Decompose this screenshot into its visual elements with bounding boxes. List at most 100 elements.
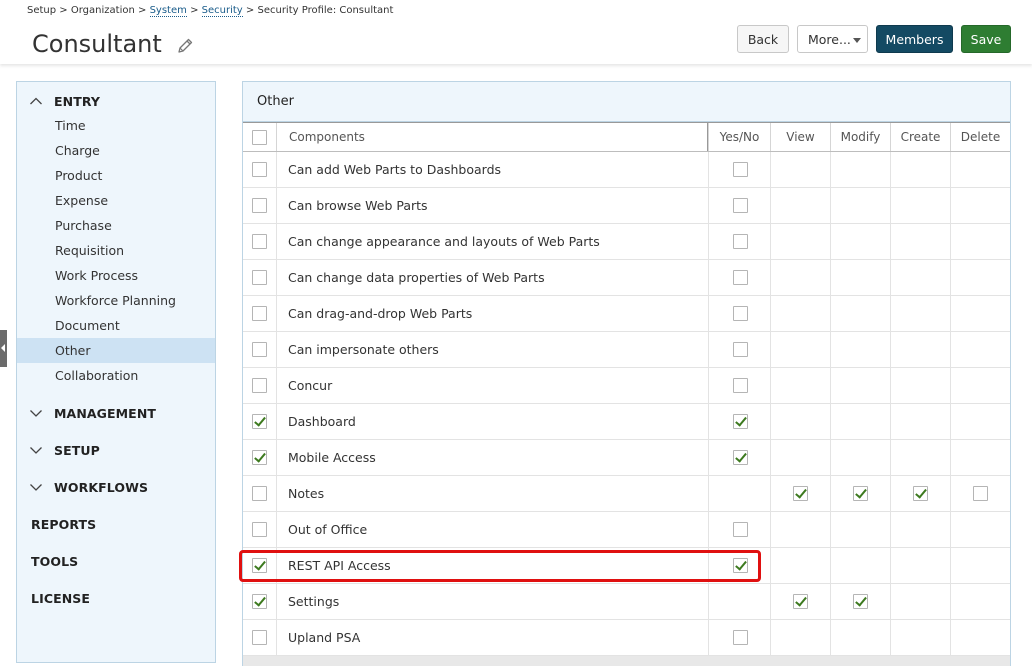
component-name: Mobile Access	[288, 450, 376, 465]
sidebar-collapse-handle[interactable]	[0, 330, 7, 367]
yesno-checkbox[interactable]	[733, 342, 748, 357]
sidebar-section-license[interactable]: LICENSE	[17, 587, 215, 609]
table-row: Can change appearance and layouts of Web…	[243, 224, 1010, 260]
sidebar-item-product[interactable]: Product	[17, 163, 215, 188]
table-cell	[950, 368, 1010, 403]
yesno-checkbox[interactable]	[733, 414, 748, 429]
select-all-checkbox[interactable]	[252, 130, 267, 145]
table-row: Can drag-and-drop Web Parts	[243, 296, 1010, 332]
table-cell	[890, 260, 950, 295]
sidebar-section-management[interactable]: MANAGEMENT	[17, 402, 215, 424]
column-header-components[interactable]: Components	[276, 123, 708, 151]
modify-checkbox[interactable]	[853, 594, 868, 609]
yesno-checkbox[interactable]	[733, 234, 748, 249]
more-dropdown[interactable]: More...	[797, 25, 868, 53]
sidebar-item-charge[interactable]: Charge	[17, 138, 215, 163]
view-checkbox[interactable]	[793, 486, 808, 501]
component-name: Settings	[288, 594, 340, 609]
row-select-checkbox[interactable]	[252, 630, 267, 645]
row-select-checkbox[interactable]	[252, 450, 267, 465]
row-select-checkbox[interactable]	[252, 198, 267, 213]
table-row: Upland PSA	[243, 620, 1010, 656]
row-select-checkbox[interactable]	[252, 306, 267, 321]
yesno-checkbox[interactable]	[733, 162, 748, 177]
delete-checkbox[interactable]	[973, 486, 988, 501]
component-name: Notes	[288, 486, 325, 501]
yesno-checkbox[interactable]	[733, 450, 748, 465]
view-checkbox[interactable]	[793, 594, 808, 609]
table-cell	[890, 296, 950, 331]
sidebar-section-entry[interactable]: ENTRY	[17, 90, 215, 112]
component-name: Can browse Web Parts	[288, 198, 428, 213]
sidebar-item-expense[interactable]: Expense	[17, 188, 215, 213]
row-select-checkbox[interactable]	[252, 414, 267, 429]
yesno-checkbox[interactable]	[733, 522, 748, 537]
column-header-create[interactable]: Create	[890, 123, 950, 151]
column-header-delete[interactable]: Delete	[950, 123, 1010, 151]
sidebar-item-label: Expense	[55, 193, 109, 208]
yesno-checkbox[interactable]	[733, 630, 748, 645]
table-cell	[950, 152, 1010, 187]
row-select-checkbox[interactable]	[252, 522, 267, 537]
table-cell	[770, 332, 830, 367]
row-select-checkbox[interactable]	[252, 594, 267, 609]
table-row: Settings	[243, 584, 1010, 620]
sidebar-item-purchase[interactable]: Purchase	[17, 213, 215, 238]
create-checkbox[interactable]	[913, 486, 928, 501]
column-header-yesno[interactable]: Yes/No	[708, 123, 770, 151]
row-select-checkbox[interactable]	[252, 342, 267, 357]
table-cell	[950, 404, 1010, 439]
back-button[interactable]: Back	[737, 25, 789, 53]
row-select-checkbox[interactable]	[252, 162, 267, 177]
table-cell	[830, 260, 890, 295]
row-select-checkbox[interactable]	[252, 378, 267, 393]
sidebar-item-time[interactable]: Time	[17, 113, 215, 138]
sidebar-item-other[interactable]: Other	[17, 338, 215, 363]
pencil-icon[interactable]	[176, 37, 194, 55]
table-cell	[830, 188, 890, 223]
column-header-view[interactable]: View	[770, 123, 830, 151]
component-name: Concur	[288, 378, 333, 393]
table-cell	[276, 368, 708, 403]
sidebar-item-collaboration[interactable]: Collaboration	[17, 363, 215, 388]
yesno-checkbox[interactable]	[733, 270, 748, 285]
table-cell	[890, 332, 950, 367]
table-cell	[890, 440, 950, 475]
table-cell	[890, 512, 950, 547]
save-button[interactable]: Save	[961, 25, 1011, 53]
sidebar-section-workflows[interactable]: WORKFLOWS	[17, 476, 215, 498]
modify-checkbox[interactable]	[853, 486, 868, 501]
sidebar-section-label: REPORTS	[31, 516, 97, 532]
component-name: Upland PSA	[288, 630, 361, 645]
breadcrumb-separator: >	[245, 5, 255, 16]
sidebar-item-work-process[interactable]: Work Process	[17, 263, 215, 288]
sidebar-item-label: Purchase	[55, 218, 112, 233]
sidebar-item-document[interactable]: Document	[17, 313, 215, 338]
sidebar-item-requisition[interactable]: Requisition	[17, 238, 215, 263]
row-select-checkbox[interactable]	[252, 234, 267, 249]
yesno-checkbox[interactable]	[733, 306, 748, 321]
sidebar-section-reports[interactable]: REPORTS	[17, 513, 215, 535]
sidebar-section-setup[interactable]: SETUP	[17, 439, 215, 461]
breadcrumb-separator: >	[138, 5, 147, 16]
column-header-modify[interactable]: Modify	[830, 123, 890, 151]
sidebar-section-label: MANAGEMENT	[54, 405, 157, 421]
yesno-checkbox[interactable]	[733, 198, 748, 213]
component-name: Can drag-and-drop Web Parts	[288, 306, 473, 321]
sidebar-item-workforce-planning[interactable]: Workforce Planning	[17, 288, 215, 313]
chevron-down-icon	[30, 447, 42, 454]
breadcrumb: Setup > Organization > System > Security…	[27, 5, 393, 17]
table-cell	[276, 476, 708, 511]
table-cell	[890, 548, 950, 583]
yesno-checkbox[interactable]	[733, 378, 748, 393]
sidebar-section-label: WORKFLOWS	[54, 479, 149, 495]
breadcrumb-system-link[interactable]: System	[149, 5, 187, 17]
table-row: Can add Web Parts to Dashboards	[243, 152, 1010, 188]
breadcrumb-security-link[interactable]: Security	[201, 5, 243, 17]
row-select-checkbox[interactable]	[252, 486, 267, 501]
table-cell	[770, 404, 830, 439]
row-select-checkbox[interactable]	[252, 270, 267, 285]
table-cell	[770, 188, 830, 223]
sidebar-section-tools[interactable]: TOOLS	[17, 550, 215, 572]
members-button[interactable]: Members	[876, 25, 953, 53]
